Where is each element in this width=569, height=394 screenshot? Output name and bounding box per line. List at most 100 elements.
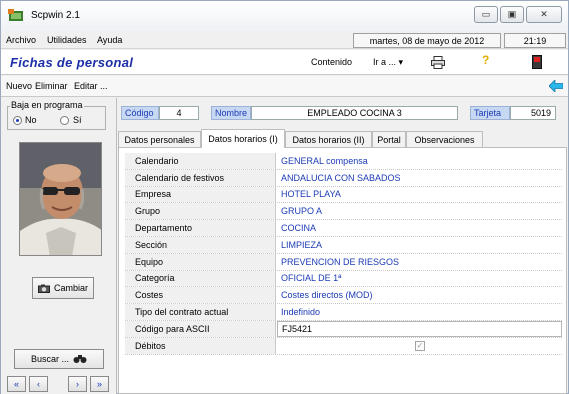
close-button[interactable]: ✕ [526,6,562,23]
binoculars-icon [73,355,87,363]
debitos-checkbox[interactable]: ✓ [415,340,425,351]
tarjeta-label: Tarjeta [470,106,510,120]
property-grid: Calendario GENERAL compensa Calendario de… [125,153,562,355]
camera-icon [37,284,50,293]
field-label: Departamento [125,220,276,236]
radio-si-label: Sí [73,115,82,125]
field-value: ✓ [277,338,562,354]
minimize-icon: ▭ [481,9,491,19]
eliminar-button[interactable]: Eliminar [35,81,68,91]
app-window: Scpwin 2.1 ▭ ▣ ✕ Archivo Utilidades Ayud… [0,0,569,394]
page-header: Fichas de personal Contenido Ir a ... ▾ … [1,50,568,75]
field-label: Sección [125,236,276,253]
field-value[interactable]: GRUPO A [277,203,562,219]
field-row-codigo-ascii[interactable]: Código para ASCII FJ5421 [125,320,562,338]
nuevo-button[interactable]: Nuevo [6,81,32,91]
editar-button[interactable]: Editar ... [74,81,108,91]
nav-first-button[interactable]: « [7,376,26,392]
field-label: Calendario de festivos [125,169,276,186]
field-label: Código para ASCII [125,320,276,337]
arrow-left-icon[interactable] [549,80,563,92]
codigo-label: Código [121,106,159,120]
menu-ayuda[interactable]: Ayuda [97,35,122,45]
chevron-down-icon: ▾ [398,57,404,67]
page-title: Fichas de personal [10,55,134,70]
tab-observaciones[interactable]: Observaciones [406,131,483,147]
title-bar: Scpwin 2.1 ▭ ▣ ✕ [1,1,568,31]
current-time: 21:19 [504,33,566,48]
ira-menu[interactable]: Ir a ... ▾ [373,57,403,68]
window-title: Scpwin 2.1 [31,10,80,21]
field-row-seccion[interactable]: Sección LIMPIEZA [125,236,562,254]
field-row-tipo-contrato[interactable]: Tipo del contrato actual Indefinido [125,304,562,321]
field-label: Costes [125,287,276,304]
menu-bar: Archivo Utilidades Ayuda martes, 08 de m… [1,32,568,49]
maximize-icon: ▣ [507,9,517,19]
menu-archivo[interactable]: Archivo [6,35,36,45]
baja-programa-group: Baja en programa No Sí [7,100,106,130]
field-value[interactable]: ANDALUCIA CON SABADOS [277,170,562,186]
codigo-field[interactable]: 4 [159,106,199,120]
nombre-field[interactable]: EMPLEADO COCINA 3 [251,106,458,120]
codigo-ascii-input[interactable]: FJ5421 [277,320,562,337]
nav-prev-button[interactable]: ‹ [29,376,48,392]
baja-programa-label: Baja en programa [10,100,84,110]
employee-photo [19,142,102,256]
app-logo-icon [8,9,23,21]
field-value[interactable]: PREVENCION DE RIESGOS [277,254,562,270]
help-icon[interactable]: ? [482,53,489,67]
field-value[interactable]: HOTEL PLAYA [277,187,562,203]
field-row-costes[interactable]: Costes Costes directos (MOD) [125,287,562,305]
field-label: Equipo [125,253,276,270]
tab-datos-horarios-1[interactable]: Datos horarios (I) [201,129,285,148]
radio-si[interactable] [60,116,69,125]
tab-datos-personales[interactable]: Datos personales [118,131,201,147]
tarjeta-field[interactable]: 5019 [510,106,556,120]
field-label: Categoría [125,270,276,287]
field-row-calendario-festivos[interactable]: Calendario de festivos ANDALUCIA CON SABA… [125,169,562,187]
cambiar-button[interactable]: Cambiar [32,277,94,299]
maximize-button[interactable]: ▣ [500,6,524,23]
nombre-label: Nombre [211,106,251,120]
printer-icon[interactable] [431,56,445,69]
nav-next-button[interactable]: › [68,376,87,392]
buscar-button[interactable]: Buscar ... [14,349,104,369]
nav-last-button[interactable]: » [90,376,109,392]
field-value[interactable]: GENERAL compensa [277,153,562,169]
tab-content: Calendario GENERAL compensa Calendario de… [118,147,567,394]
contenido-button[interactable]: Contenido [311,57,352,67]
field-label: Tipo del contrato actual [125,304,276,320]
radio-no-label: No [25,115,37,125]
cambiar-label: Cambiar [53,283,88,293]
field-row-empresa[interactable]: Empresa HOTEL PLAYA [125,186,562,204]
menu-utilidades[interactable]: Utilidades [47,35,87,45]
tab-strip: Datos personales Datos horarios (I) Dato… [118,129,567,148]
field-row-debitos[interactable]: Débitos ✓ [125,337,562,355]
minimize-button[interactable]: ▭ [474,6,498,23]
field-row-grupo[interactable]: Grupo GRUPO A [125,203,562,221]
tab-portal[interactable]: Portal [372,131,406,147]
field-row-departamento[interactable]: Departamento COCINA [125,220,562,237]
field-value[interactable]: COCINA [277,220,562,236]
toolbar: Nuevo Eliminar Editar ... [1,76,568,97]
tab-datos-horarios-2[interactable]: Datos horarios (II) [285,131,372,147]
exit-icon[interactable] [532,55,542,69]
left-panel: Baja en programa No Sí Cambiar Buscar ..… [1,98,117,394]
field-row-equipo[interactable]: Equipo PREVENCION DE RIESGOS [125,253,562,271]
current-date: martes, 08 de mayo de 2012 [353,33,501,48]
field-label: Calendario [125,153,276,169]
field-row-calendario[interactable]: Calendario GENERAL compensa [125,153,562,170]
field-value[interactable]: Costes directos (MOD) [277,287,562,303]
close-icon: ✕ [540,9,548,19]
field-label: Empresa [125,186,276,203]
field-value[interactable]: Indefinido [277,304,562,320]
record-info-bar: Código 4 Nombre EMPLEADO COCINA 3 Tarjet… [118,102,567,122]
buscar-label: Buscar ... [30,354,69,364]
field-value[interactable]: LIMPIEZA [277,237,562,253]
field-value[interactable]: OFICIAL DE 1ª [277,271,562,287]
field-label: Débitos [125,337,276,354]
radio-no[interactable] [13,116,22,125]
ira-label: Ir a ... [373,57,397,67]
field-row-categoria[interactable]: Categoría OFICIAL DE 1ª [125,270,562,288]
field-label: Grupo [125,203,276,220]
